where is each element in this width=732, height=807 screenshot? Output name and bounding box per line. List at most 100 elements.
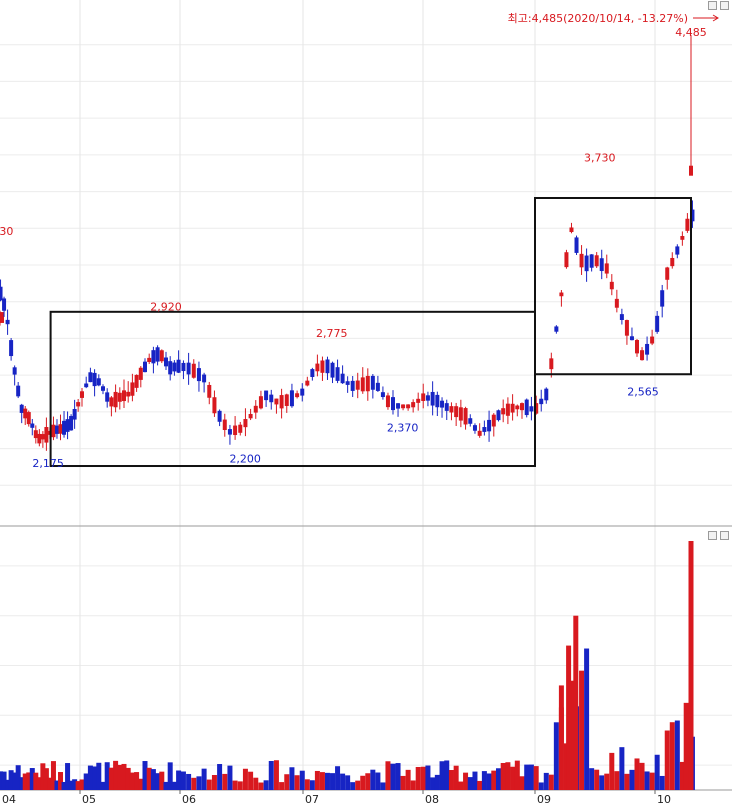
volume-panel-close-button[interactable] bbox=[720, 531, 729, 540]
volume-bar bbox=[566, 645, 572, 790]
candle-body bbox=[113, 391, 118, 408]
price-label: 2,775 bbox=[316, 327, 348, 340]
candle-body bbox=[227, 429, 232, 435]
candle-body bbox=[655, 315, 660, 332]
volume-bar bbox=[263, 780, 269, 790]
candle-body bbox=[325, 359, 330, 374]
candle-body bbox=[430, 391, 435, 406]
candle-body bbox=[69, 416, 74, 431]
candle-body bbox=[159, 350, 164, 362]
candle-body bbox=[604, 263, 609, 274]
volume-bar bbox=[444, 760, 450, 790]
volume-bar bbox=[405, 769, 411, 790]
volume-bar bbox=[350, 782, 356, 790]
price-panel-close-button[interactable] bbox=[720, 1, 729, 10]
candle-body bbox=[574, 237, 579, 253]
candle-body bbox=[151, 350, 156, 364]
volume-bar bbox=[589, 768, 595, 790]
price-labels: 3,330 2,175 2,920 2,200 2,775 2,370 3,730 2,565… bbox=[0, 26, 707, 470]
volume-bar bbox=[355, 780, 361, 790]
volume-bar bbox=[390, 763, 396, 790]
volume-bar bbox=[415, 766, 421, 790]
candle-body bbox=[274, 398, 279, 405]
candle-body bbox=[401, 404, 406, 409]
candle-body bbox=[665, 267, 670, 280]
volume-bar bbox=[420, 766, 426, 790]
volume-bar bbox=[191, 777, 197, 790]
volume-bar bbox=[309, 780, 315, 790]
volume-bar bbox=[395, 763, 401, 790]
volume-bar bbox=[543, 772, 549, 790]
candle-body bbox=[30, 423, 35, 428]
candle-body bbox=[33, 430, 38, 439]
candle-body bbox=[212, 397, 217, 414]
candle-body bbox=[202, 374, 207, 383]
volume-bar bbox=[448, 770, 454, 790]
candle-body bbox=[84, 383, 89, 388]
volume-bar bbox=[664, 730, 670, 790]
volume-bar bbox=[258, 782, 264, 790]
volume-bar bbox=[294, 775, 300, 790]
volume-bar bbox=[491, 770, 497, 790]
highlight-boxes bbox=[49, 35, 693, 468]
volume-bar bbox=[477, 780, 483, 790]
candle-body bbox=[289, 390, 294, 407]
candle-body bbox=[300, 388, 305, 396]
candle-body bbox=[58, 424, 63, 434]
candle-body bbox=[109, 397, 114, 407]
candle-body bbox=[599, 258, 604, 272]
x-tick-label: 05 bbox=[82, 793, 96, 806]
candle-body bbox=[233, 425, 238, 436]
candle-body bbox=[176, 359, 181, 373]
candle-body bbox=[406, 404, 411, 409]
volume-bar bbox=[624, 773, 630, 790]
candle-body bbox=[172, 362, 177, 372]
candle-body bbox=[295, 393, 300, 398]
x-axis: 04 05 06 07 08 09 10 bbox=[2, 790, 671, 806]
candle-body bbox=[564, 252, 569, 268]
candle-body bbox=[449, 406, 454, 413]
volume-bar bbox=[599, 775, 605, 790]
volume-bar bbox=[380, 782, 386, 790]
x-tick-label: 08 bbox=[425, 793, 439, 806]
volume-bar bbox=[644, 771, 650, 790]
candle-body bbox=[101, 386, 105, 391]
candle-body bbox=[253, 405, 258, 413]
x-tick-label: 04 bbox=[2, 793, 16, 806]
volume-bar bbox=[253, 777, 259, 790]
candle-body bbox=[315, 363, 320, 372]
candle-body bbox=[222, 419, 227, 431]
volume-bar bbox=[486, 773, 492, 790]
candle-body bbox=[54, 425, 59, 434]
candle-body bbox=[191, 363, 196, 378]
volume-bar bbox=[430, 777, 436, 790]
x-tick-label: 06 bbox=[182, 793, 196, 806]
volume-bar bbox=[248, 771, 254, 790]
candle-body bbox=[579, 253, 584, 268]
volume-bar bbox=[524, 764, 530, 790]
volume-bar bbox=[299, 770, 305, 790]
candle-body bbox=[385, 395, 390, 408]
volume-bar bbox=[609, 752, 615, 790]
volume-bar bbox=[400, 775, 406, 790]
candle-body bbox=[284, 394, 289, 406]
highlight-box bbox=[49, 310, 536, 468]
volume-bar bbox=[510, 766, 516, 790]
candles bbox=[0, 200, 695, 451]
candle-body bbox=[88, 372, 93, 383]
candle-body bbox=[92, 372, 97, 387]
price-panel-minimize-button[interactable] bbox=[708, 1, 717, 10]
candle-body bbox=[168, 361, 173, 375]
candle-body bbox=[365, 375, 370, 392]
candle-body bbox=[345, 381, 350, 385]
candle-body bbox=[477, 430, 482, 436]
volume-bar bbox=[514, 760, 520, 790]
volume-bar bbox=[319, 772, 325, 790]
candle-body bbox=[645, 343, 650, 355]
candle-body bbox=[614, 298, 619, 308]
candle-body bbox=[624, 320, 629, 336]
candle-body bbox=[559, 292, 564, 297]
stock-chart: 3,330 2,175 2,920 2,200 2,775 2,370 3,730 2,565… bbox=[0, 0, 732, 806]
candle-body bbox=[207, 384, 212, 398]
volume-panel-minimize-button[interactable] bbox=[708, 531, 717, 540]
